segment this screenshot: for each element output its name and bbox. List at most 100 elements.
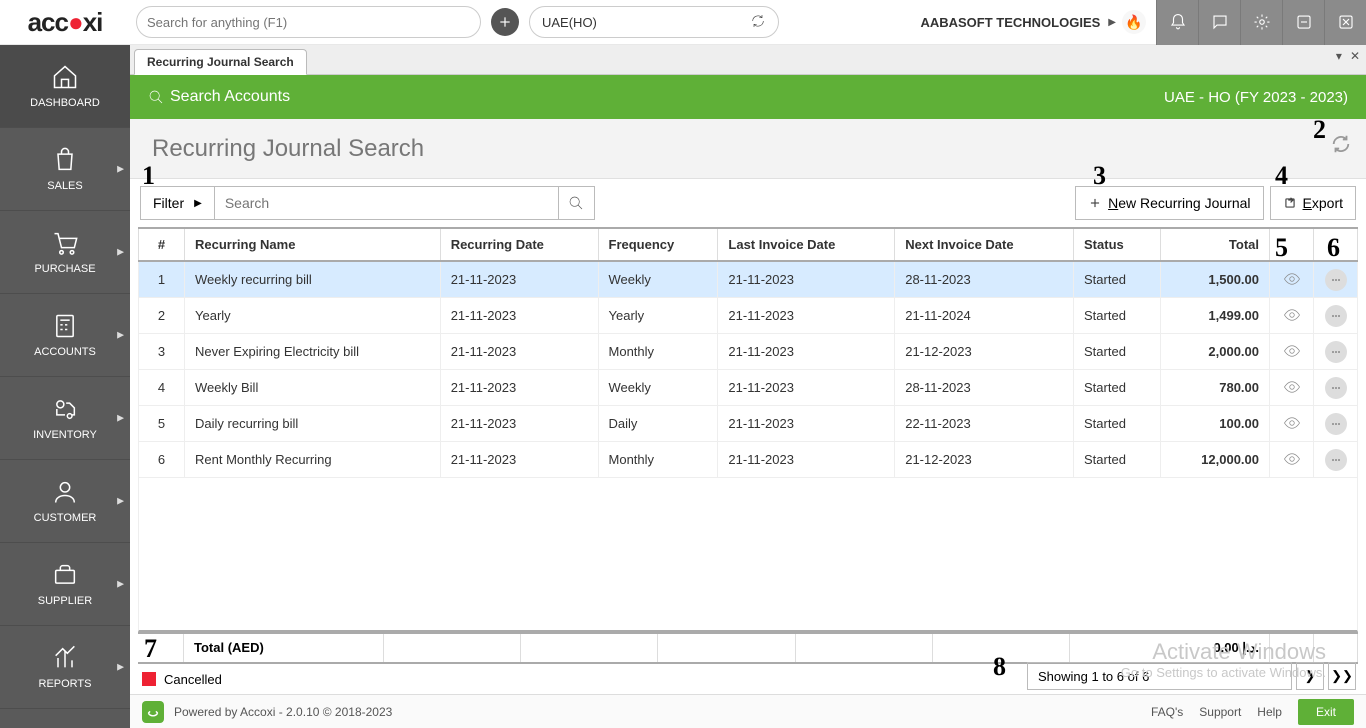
- chevron-right-icon: ▶: [117, 579, 124, 590]
- sidebar: DASHBOARD SALES ▶ PURCHASE ▶ ACCOUNTS ▶ …: [0, 45, 130, 728]
- table-row[interactable]: 3Never Expiring Electricity bill21-11-20…: [139, 334, 1358, 370]
- sync-icon[interactable]: [750, 13, 766, 32]
- table-row[interactable]: 6Rent Monthly Recurring21-11-2023Monthly…: [139, 442, 1358, 478]
- col-next[interactable]: Next Invoice Date: [895, 228, 1074, 261]
- cell-name: Yearly: [185, 298, 441, 334]
- table-row[interactable]: 2Yearly21-11-2023Yearly21-11-202321-11-2…: [139, 298, 1358, 334]
- sidebar-item-customer[interactable]: CUSTOMER ▶: [0, 460, 130, 543]
- powered-by: Powered by Accoxi - 2.0.10 © 2018-2023: [174, 705, 392, 719]
- sidebar-item-dashboard[interactable]: DASHBOARD: [0, 45, 130, 128]
- flame-icon[interactable]: 🔥: [1122, 10, 1146, 34]
- company-name[interactable]: AABASOFT TECHNOLOGIES: [920, 15, 1100, 30]
- sidebar-item-purchase[interactable]: PURCHASE ▶: [0, 211, 130, 294]
- export-button-label: Export: [1303, 195, 1343, 211]
- tab-menu-icon[interactable]: ▾: [1336, 49, 1342, 63]
- sidebar-item-sales[interactable]: SALES ▶: [0, 128, 130, 211]
- cell-index: 5: [139, 406, 185, 442]
- tab-close-icon[interactable]: ✕: [1350, 49, 1360, 63]
- cell-last: 21-11-2023: [718, 261, 895, 298]
- pager-info: Showing 1 to 6 of 6: [1027, 662, 1292, 690]
- view-row-icon[interactable]: [1281, 376, 1303, 398]
- footer-faq-link[interactable]: FAQ's: [1151, 705, 1183, 719]
- cell-status: Started: [1074, 370, 1161, 406]
- col-total[interactable]: Total: [1160, 228, 1269, 261]
- sidebar-item-label: DASHBOARD: [30, 97, 100, 109]
- refresh-icon[interactable]: [1330, 133, 1352, 160]
- chevron-right-icon: ▶: [117, 164, 124, 175]
- cell-freq: Weekly: [598, 261, 718, 298]
- table-row[interactable]: 5Daily recurring bill21-11-2023Daily21-1…: [139, 406, 1358, 442]
- chevron-right-icon: ▶: [117, 413, 124, 424]
- global-search[interactable]: [136, 6, 481, 38]
- table-search[interactable]: [215, 186, 595, 220]
- pager: Showing 1 to 6 of 6 ❯ ❯❯: [1027, 662, 1356, 690]
- new-button-label: New Recurring Journal: [1108, 195, 1250, 211]
- tab-recurring-journal-search[interactable]: Recurring Journal Search: [134, 49, 307, 75]
- cell-last: 21-11-2023: [718, 442, 895, 478]
- close-window-icon[interactable]: [1324, 0, 1366, 45]
- chevron-right-icon: ▶: [117, 330, 124, 341]
- table-row[interactable]: 1Weekly recurring bill21-11-2023Weekly21…: [139, 261, 1358, 298]
- global-search-input[interactable]: [147, 15, 470, 30]
- sidebar-item-supplier[interactable]: SUPPLIER ▶: [0, 543, 130, 626]
- pager-last-icon[interactable]: ❯❯: [1328, 662, 1356, 690]
- row-menu-icon[interactable]: [1325, 341, 1347, 363]
- company-caret-icon[interactable]: ▶: [1108, 17, 1116, 28]
- filter-button[interactable]: Filter ▶: [140, 186, 215, 220]
- view-row-icon[interactable]: [1281, 412, 1303, 434]
- table-row[interactable]: 4Weekly Bill21-11-2023Weekly21-11-202328…: [139, 370, 1358, 406]
- export-button[interactable]: Export: [1270, 186, 1356, 220]
- row-menu-icon[interactable]: [1325, 449, 1347, 471]
- org-selector[interactable]: UAE(HO): [529, 6, 779, 38]
- footer-total-value: 0.00 د.إ.: [1070, 634, 1270, 662]
- view-row-icon[interactable]: [1281, 304, 1303, 326]
- table-footer-row: Total (AED) 0.00 د.إ.: [138, 632, 1358, 664]
- chat-icon[interactable]: [1198, 0, 1240, 45]
- minimize-icon[interactable]: [1282, 0, 1324, 45]
- chevron-right-icon: ▶: [117, 247, 124, 258]
- table-search-icon[interactable]: [558, 186, 594, 220]
- row-menu-icon[interactable]: [1325, 305, 1347, 327]
- footer-support-link[interactable]: Support: [1199, 705, 1241, 719]
- view-row-icon[interactable]: [1281, 448, 1303, 470]
- cell-freq: Monthly: [598, 334, 718, 370]
- cell-date: 21-11-2023: [440, 406, 598, 442]
- cell-freq: Daily: [598, 406, 718, 442]
- cell-last: 21-11-2023: [718, 334, 895, 370]
- col-index[interactable]: #: [139, 228, 185, 261]
- new-recurring-journal-button[interactable]: New Recurring Journal: [1075, 186, 1263, 220]
- cell-date: 21-11-2023: [440, 334, 598, 370]
- view-row-icon[interactable]: [1281, 268, 1303, 290]
- cell-next: 28-11-2023: [895, 261, 1074, 298]
- view-row-icon[interactable]: [1281, 340, 1303, 362]
- footer-help-link[interactable]: Help: [1257, 705, 1282, 719]
- row-menu-icon[interactable]: [1325, 413, 1347, 435]
- cell-total: 2,000.00: [1160, 334, 1269, 370]
- org-selected-label: UAE(HO): [542, 15, 597, 30]
- app-logo: acc●xi: [0, 0, 130, 45]
- cell-total: 780.00: [1160, 370, 1269, 406]
- exit-button[interactable]: Exit: [1298, 699, 1354, 725]
- sidebar-item-inventory[interactable]: INVENTORY ▶: [0, 377, 130, 460]
- col-date[interactable]: Recurring Date: [440, 228, 598, 261]
- cell-index: 6: [139, 442, 185, 478]
- add-button[interactable]: [491, 8, 519, 36]
- tab-strip: Recurring Journal Search ▾ ✕: [130, 45, 1366, 75]
- logo-dot: ●: [68, 7, 83, 38]
- gear-icon[interactable]: [1240, 0, 1282, 45]
- topbar: acc●xi UAE(HO) AABASOFT TECHNOLOGIES ▶ 🔥: [0, 0, 1366, 45]
- sidebar-item-accounts[interactable]: ACCOUNTS ▶: [0, 294, 130, 377]
- greenbar-label[interactable]: Search Accounts: [170, 88, 290, 106]
- cell-index: 2: [139, 298, 185, 334]
- row-menu-icon[interactable]: [1325, 269, 1347, 291]
- table-search-input[interactable]: [215, 195, 558, 211]
- col-name[interactable]: Recurring Name: [185, 228, 441, 261]
- row-menu-icon[interactable]: [1325, 377, 1347, 399]
- cell-total: 100.00: [1160, 406, 1269, 442]
- sidebar-item-reports[interactable]: REPORTS ▶: [0, 626, 130, 709]
- col-status[interactable]: Status: [1074, 228, 1161, 261]
- col-last[interactable]: Last Invoice Date: [718, 228, 895, 261]
- bell-icon[interactable]: [1156, 0, 1198, 45]
- col-freq[interactable]: Frequency: [598, 228, 718, 261]
- pager-next-icon[interactable]: ❯: [1296, 662, 1324, 690]
